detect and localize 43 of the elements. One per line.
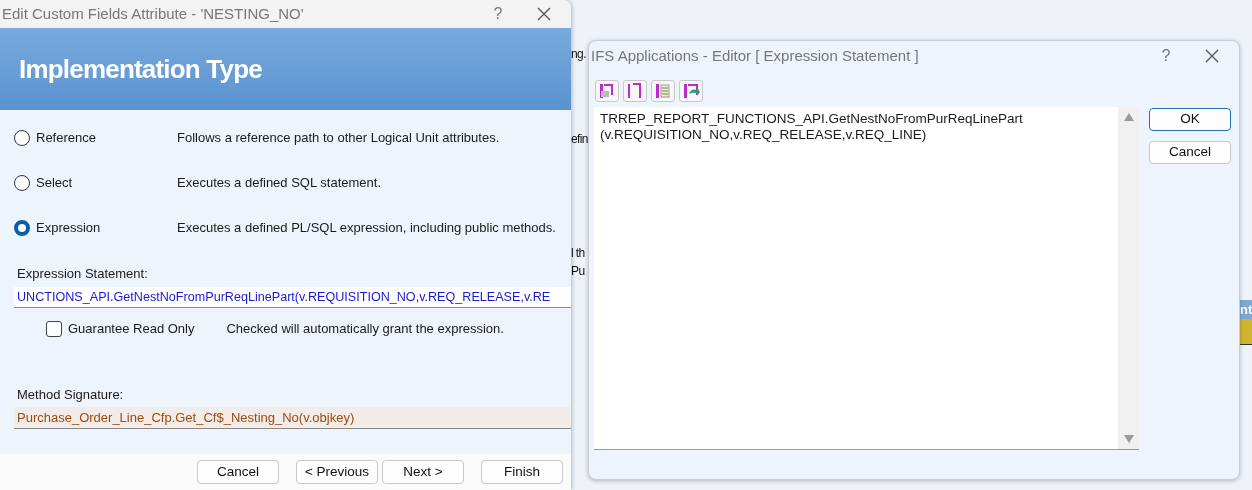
dialog-button[interactable]: < Previous (296, 460, 378, 484)
code-line: TRREP_REPORT_FUNCTIONS_API.GetNestNoFromPurReqLinePart (600, 111, 1024, 127)
radio-button[interactable] (14, 219, 30, 236)
dialog-button[interactable]: Finish (481, 460, 563, 484)
radio-label: Reference (36, 128, 96, 147)
option-description: Executes a defined PL/SQL expression, including public methods. (177, 218, 556, 237)
radio-label: Expression (36, 218, 101, 237)
checkbox[interactable] (46, 320, 62, 337)
scrollbar[interactable] (1118, 107, 1139, 449)
text-fragment: Pu (571, 263, 585, 280)
text-fragment: ng. (571, 46, 586, 63)
hint-text: Checked will automatically grant the expression. (226, 319, 504, 338)
text-fragment: l th (571, 245, 585, 262)
option-description: Follows a reference path to other Logical Unit attributes. (177, 128, 500, 147)
window-title: IFS Applications - Editor [ Expression Statement ] (591, 45, 920, 66)
help-button[interactable]: ? (473, 2, 523, 26)
text-editor[interactable]: TRREP_REPORT_FUNCTIONS_API.GetNestNoFromPurReqLinePart (v.REQUISITION_NO,v.REQ_RELEASE,v.REQ_LINE) (594, 107, 1139, 450)
dialog-button[interactable]: Next > (382, 460, 464, 484)
dialog-button[interactable]: OK (1149, 108, 1231, 131)
window-title: Edit Custom Fields Attribute - 'NESTING_NO' (2, 3, 305, 24)
dialog-button[interactable]: Cancel (1149, 141, 1231, 164)
field-label: Method Signature: (17, 385, 125, 404)
scroll-down-icon[interactable] (1123, 435, 1134, 443)
header-title: Implementation Type (19, 52, 262, 86)
expression-field[interactable]: UNCTIONS_API.GetNestNoFromPurReqLinePart(v.REQUISITION_NO,v.REQ_RELEASE,v.RE (14, 286, 571, 308)
text-fragment: efin (571, 131, 588, 148)
highlighted-row (1240, 319, 1252, 345)
radio-button[interactable] (14, 174, 30, 191)
code-line: (v.REQUISITION_NO,v.REQ_RELEASE,v.REQ_LINE) (600, 127, 928, 143)
scroll-up-icon[interactable] (1123, 113, 1134, 121)
field-label: Expression Statement: (17, 265, 149, 283)
signature-field[interactable]: Purchase_Order_Line_Cfp.Get_Cf$_Nesting_No(v.objkey) (14, 407, 571, 429)
undo-icon[interactable] (681, 81, 701, 101)
checkbox-label: Guarantee Read Only (68, 319, 195, 338)
close-icon[interactable] (537, 7, 551, 21)
radio-label: Select (36, 173, 73, 192)
column-header: nt (1240, 300, 1252, 319)
option-description: Executes a defined SQL statement. (177, 173, 382, 192)
help-button[interactable]: ? (1141, 44, 1191, 68)
radio-button[interactable] (14, 129, 30, 146)
clipboard-icon[interactable] (653, 81, 673, 101)
dialog-button[interactable]: Cancel (197, 460, 279, 484)
close-icon[interactable] (1205, 49, 1219, 63)
